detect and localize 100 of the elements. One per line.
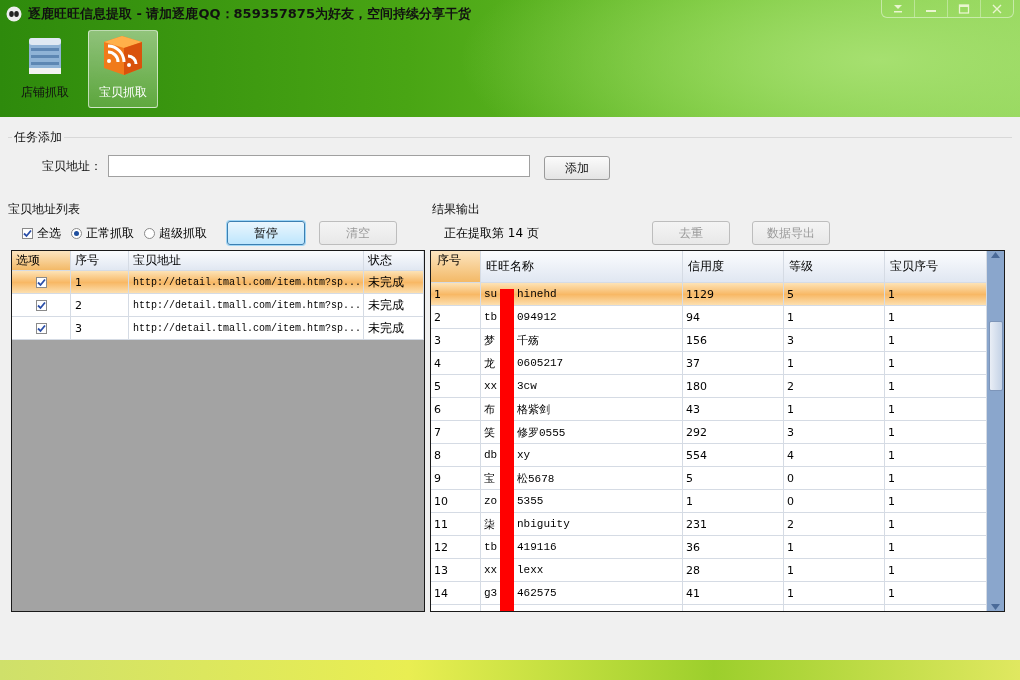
checked-checkbox[interactable]	[35, 322, 47, 334]
name-fragment: 3cw	[517, 380, 537, 392]
table-cell: 7	[431, 421, 481, 444]
table-cell: 43	[683, 398, 784, 421]
add-button[interactable]: 添加	[544, 156, 610, 180]
name-fragment: xy	[517, 449, 531, 461]
table-cell: 1	[683, 490, 784, 513]
table-cell: 3	[784, 329, 885, 352]
name-fragment: 462575	[517, 587, 557, 599]
table-cell: 10	[431, 490, 481, 513]
table-cell: 3	[431, 329, 481, 352]
table-cell: 1	[784, 352, 885, 375]
field-label: 宝贝地址：	[42, 157, 102, 175]
checked-checkbox[interactable]	[35, 299, 47, 311]
name-fragment: lexx	[517, 564, 544, 576]
name-fragment: 布	[484, 402, 496, 417]
table-cell: 2	[431, 306, 481, 329]
toolbar-button[interactable]: 店铺抓取	[10, 30, 80, 108]
table-cell: 11	[431, 513, 481, 536]
name-fragment: hinehd	[517, 288, 557, 300]
close-icon[interactable]	[991, 2, 1003, 15]
name-fragment: zo	[484, 495, 499, 507]
table-cell: 5	[784, 283, 885, 306]
table-cell: 未完成	[364, 317, 424, 340]
checked-checkbox[interactable]	[35, 276, 47, 288]
scroll-up-icon[interactable]	[990, 251, 1001, 259]
table-cell: 94	[683, 306, 784, 329]
table-row[interactable]: 3 http://detail.tmall.com/item.htm?sp... 未完成	[12, 317, 424, 340]
selected-radio[interactable]	[71, 227, 82, 239]
dropdown-icon[interactable]	[892, 2, 904, 15]
radio-label: 超级抓取	[159, 224, 207, 242]
checked-checkbox[interactable]	[22, 227, 33, 239]
table-cell: 1	[784, 559, 885, 582]
table-cell: 1	[784, 398, 885, 421]
table-cell: 3	[71, 317, 129, 340]
name-fragment: g3	[484, 587, 499, 599]
table-cell: 9	[431, 467, 481, 490]
name-fragment: tb	[484, 311, 499, 323]
column-header[interactable]: 选项	[12, 251, 71, 271]
name-fragment: 5355	[517, 495, 544, 507]
table-cell: 5	[683, 467, 784, 490]
name-fragment: 龙	[484, 356, 496, 371]
table-cell: 36	[683, 536, 784, 559]
name-fragment: 修罗0555	[517, 425, 566, 440]
table-cell: 6	[431, 398, 481, 421]
table-cell: 41	[683, 582, 784, 605]
table-cell: 4	[784, 444, 885, 467]
table-cell: 1	[784, 582, 885, 605]
table-cell: 180	[683, 375, 784, 398]
name-fragment: 笑	[484, 425, 496, 440]
column-header[interactable]: 序号	[431, 251, 481, 283]
table-cell: 1129	[683, 283, 784, 306]
name-fragment: 宝	[484, 471, 496, 486]
app-logo-icon	[6, 6, 22, 22]
table-cell: 0	[784, 490, 885, 513]
table-cell: 4	[431, 352, 481, 375]
section-legend: 宝贝地址列表	[8, 201, 425, 218]
table-cell: 14	[431, 582, 481, 605]
table-row[interactable]: 1 http://detail.tmall.com/item.htm?sp... 未完成	[12, 271, 424, 294]
progress-text: 正在提取第 14 页	[444, 224, 540, 242]
table-cell: 5	[431, 375, 481, 398]
radio[interactable]	[144, 227, 155, 239]
name-fragment: 格紫剑	[517, 402, 550, 417]
scrollbar[interactable]	[987, 251, 1004, 611]
checkbox-label: 全选	[37, 224, 61, 242]
pause-button[interactable]: 暂停	[227, 221, 305, 245]
table-cell: 37	[683, 352, 784, 375]
table-cell: 156	[683, 329, 784, 352]
window-title: 逐鹿旺旺信息提取 - 请加逐鹿QQ：859357875为好友，空间持续分享干货	[28, 5, 471, 23]
table-cell: 8	[431, 444, 481, 467]
table-cell: 3	[784, 421, 885, 444]
table-cell: 1	[784, 536, 885, 559]
scroll-down-icon[interactable]	[990, 603, 1001, 611]
name-fragment: 柒	[484, 517, 496, 532]
table-cell: 554	[683, 444, 784, 467]
name-fragment: 松5678	[517, 471, 555, 486]
table-row[interactable]: 2 http://detail.tmall.com/item.htm?sp... 未完成	[12, 294, 424, 317]
name-fragment: nbiguity	[517, 518, 570, 530]
table-cell: 28	[683, 559, 784, 582]
section-legend: 任务添加	[12, 129, 64, 146]
name-fragment: 千殇	[517, 333, 539, 348]
url-input-field[interactable]	[108, 155, 530, 177]
section-legend: 结果输出	[430, 201, 1005, 218]
name-fragment: 0605217	[517, 357, 564, 369]
radio-label: 正常抓取	[86, 224, 134, 242]
name-fragment: xx	[484, 380, 499, 392]
table-row[interactable]: 1 su hinehd 1129 5 1	[431, 283, 987, 306]
table-cell: 292	[683, 421, 784, 444]
maximize-icon[interactable]	[958, 2, 970, 15]
scroll-thumb[interactable]	[988, 321, 1003, 391]
table-cell: 1	[784, 306, 885, 329]
table-cell: 13	[431, 559, 481, 582]
name-fragment: su	[484, 288, 499, 300]
table-cell: 1	[431, 283, 481, 306]
table-cell: 2	[784, 375, 885, 398]
name-fragment: tb	[484, 541, 499, 553]
name-fragment: db	[484, 449, 499, 461]
name-fragment: 梦	[484, 333, 496, 348]
table-cell: 12	[431, 536, 481, 559]
name-fragment: 419116	[517, 541, 557, 553]
